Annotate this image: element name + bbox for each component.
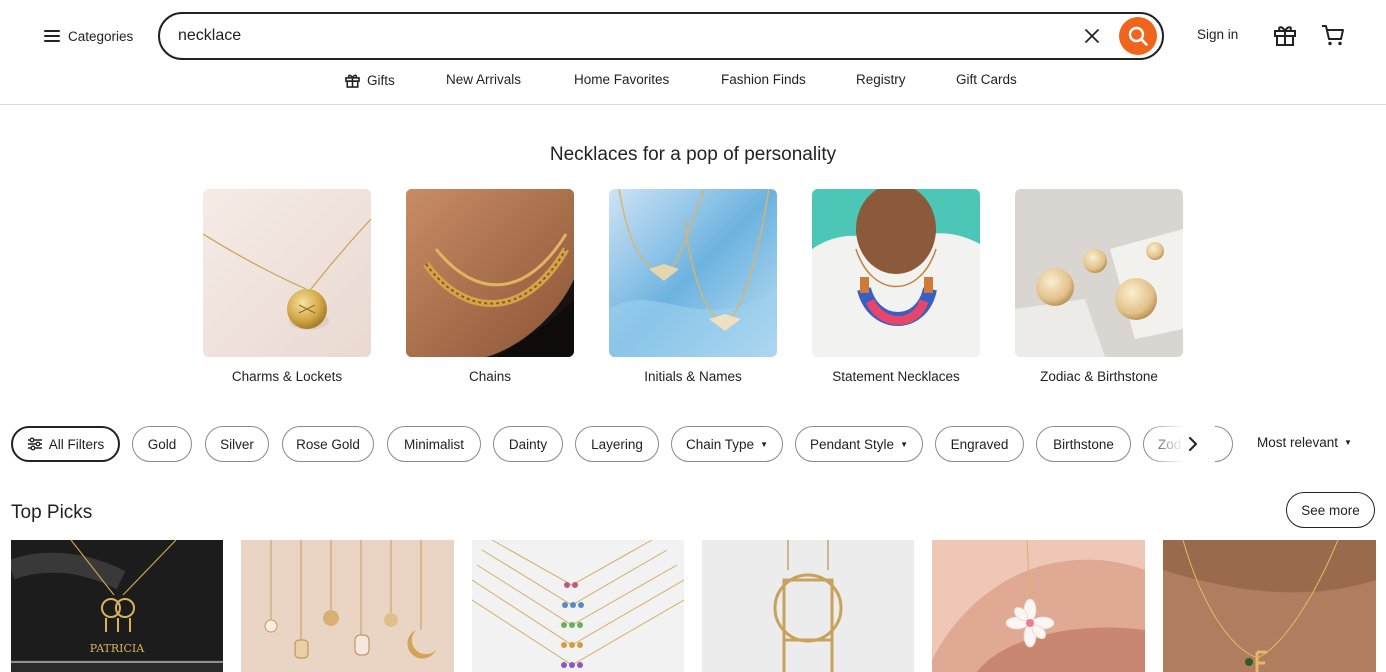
categories-button[interactable]: Categories	[44, 24, 133, 48]
top-picks-title: Top Picks	[11, 502, 93, 523]
nav-label: Gifts	[367, 73, 395, 88]
category-card-chains[interactable]: Chains	[406, 189, 574, 384]
category-image	[1015, 189, 1183, 357]
search-input[interactable]	[178, 25, 1058, 47]
listing-image[interactable]	[241, 540, 454, 672]
search-bar	[158, 12, 1164, 60]
section-title: Necklaces for a pop of personality	[549, 144, 837, 165]
filter-chip-minimalist[interactable]: Minimalist	[387, 426, 481, 462]
filter-chip-layering[interactable]: Layering	[575, 426, 659, 462]
all-filters-label: All Filters	[48, 436, 105, 452]
filter-chip-pendant-style[interactable]: Pendant Style ▼	[795, 426, 923, 462]
filter-chip-rose-gold[interactable]: Rose Gold	[282, 426, 374, 462]
category-image	[812, 189, 980, 357]
listing-image[interactable]	[472, 540, 684, 672]
category-image	[406, 189, 574, 357]
listing-image-text: PATRICIA	[90, 642, 145, 655]
menu-icon	[44, 30, 60, 42]
filter-chip-silver[interactable]: Silver	[205, 426, 269, 462]
nav-item-home-favorites[interactable]: Home Favorites	[574, 72, 669, 87]
category-card-zodiac[interactable]: Zodiac & Birthstone	[1015, 189, 1183, 384]
category-image	[609, 189, 777, 357]
gift-icon	[345, 74, 360, 88]
category-card-initials[interactable]: Initials & Names	[609, 189, 777, 384]
nav-item-fashion-finds[interactable]: Fashion Finds	[721, 72, 806, 87]
all-filters-button[interactable]: All Filters	[11, 426, 120, 462]
listing-image[interactable]	[702, 540, 914, 672]
category-label: Charms & Lockets	[231, 369, 343, 384]
caret-down-icon: ▼	[760, 439, 768, 449]
nav-item-gifts[interactable]: Gifts	[344, 72, 395, 89]
listing-image[interactable]	[1163, 540, 1376, 672]
cart-icon[interactable]	[1320, 22, 1346, 48]
categories-label: Categories	[68, 28, 134, 44]
filter-icon	[27, 437, 42, 451]
category-image	[203, 189, 371, 357]
search-icon	[1128, 26, 1148, 46]
caret-down-icon: ▼	[1344, 438, 1352, 447]
caret-down-icon: ▼	[900, 439, 908, 449]
nav-item-registry[interactable]: Registry	[856, 72, 906, 87]
filter-chip-chain-type[interactable]: Chain Type ▼	[671, 426, 783, 462]
gift-icon[interactable]	[1272, 22, 1298, 48]
clear-search-icon[interactable]	[1082, 26, 1102, 46]
category-label: Zodiac & Birthstone	[1040, 369, 1158, 384]
category-label: Chains	[468, 369, 512, 384]
chip-label: Pendant Style	[810, 436, 895, 452]
category-nav: Gifts New Arrivals Home Favorites Fashio…	[0, 72, 1386, 92]
sign-in-link[interactable]: Sign in	[1197, 27, 1238, 42]
filter-chip-dainty[interactable]: Dainty	[493, 426, 563, 462]
filter-chip-engraved[interactable]: Engraved	[935, 426, 1024, 462]
category-card-statement[interactable]: Statement Necklaces	[812, 189, 980, 384]
category-label: Statement Necklaces	[832, 369, 960, 384]
filter-chip-gold[interactable]: Gold	[132, 426, 192, 462]
see-more-button[interactable]: See more	[1286, 492, 1375, 528]
chip-label: Chain Type	[686, 436, 755, 452]
nav-item-gift-cards[interactable]: Gift Cards	[956, 72, 1017, 87]
chevron-right-icon[interactable]	[1183, 433, 1203, 455]
listing-image[interactable]	[932, 540, 1145, 672]
filter-chip-birthstone[interactable]: Birthstone	[1036, 426, 1131, 462]
search-button[interactable]	[1119, 17, 1157, 55]
nav-item-new-arrivals[interactable]: New Arrivals	[446, 72, 521, 87]
site-header: Categories Sign in Gifts New Arrivals Ho…	[0, 0, 1386, 105]
sort-dropdown[interactable]: Most relevant ▼	[1257, 435, 1352, 450]
listing-image[interactable]: PATRICIA	[11, 540, 223, 672]
chip-fade	[1145, 424, 1215, 464]
category-card-charms[interactable]: Charms & Lockets	[203, 189, 371, 384]
category-label: Initials & Names	[644, 369, 742, 384]
sort-label: Most relevant	[1257, 435, 1339, 450]
